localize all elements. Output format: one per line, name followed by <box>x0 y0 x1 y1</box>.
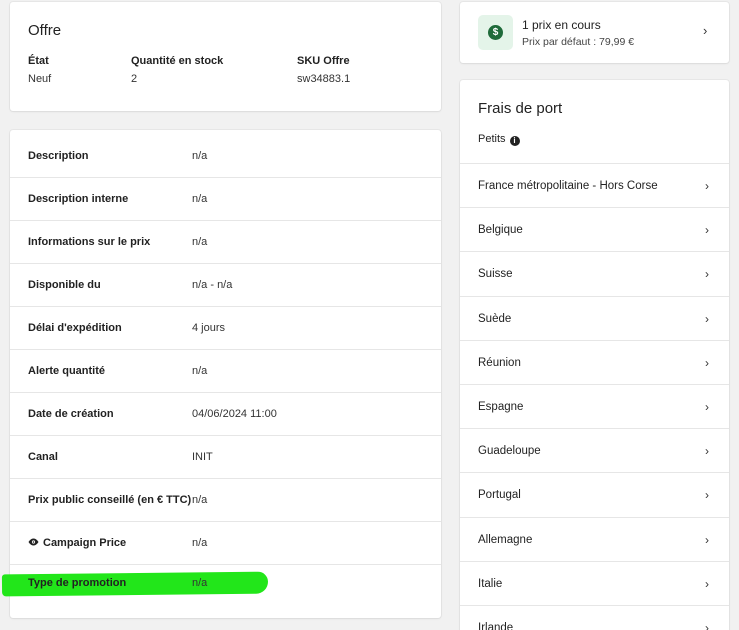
destination-label: Italie <box>478 577 503 590</box>
shipping-fees-card: Frais de port Petits i France métropolita… <box>460 80 729 630</box>
shipping-destination-row[interactable]: Réunion › <box>460 339 729 384</box>
detail-row-campaign-price: Campaign Price n/a <box>10 522 441 565</box>
destination-label: Belgique <box>478 224 523 237</box>
info-icon[interactable]: i <box>509 136 520 146</box>
detail-row-description: Description n/a <box>10 135 441 178</box>
shipping-destination-row[interactable]: Espagne › <box>460 384 729 428</box>
detail-value: n/a - n/a <box>192 279 233 291</box>
price-count: 1 prix en cours <box>522 18 601 32</box>
price-icon-box: $ <box>478 15 513 50</box>
detail-value: 4 jours <box>192 322 226 334</box>
detail-row-prix-public: Prix public conseillé (en € TTC) n/a <box>10 479 441 522</box>
shipping-size-label: Petits <box>478 133 506 145</box>
destination-label: Suisse <box>478 268 513 281</box>
detail-value: n/a <box>192 236 208 248</box>
sku-value: sw34883.1 <box>297 73 351 85</box>
detail-value: n/a <box>192 150 208 162</box>
type-promotion-label: Type de promotion <box>28 577 127 589</box>
detail-row-date-creation: Date de création 04/06/2024 11:00 <box>10 393 441 436</box>
chevron-right-icon: › <box>705 223 709 238</box>
detail-label: Date de création <box>28 408 114 420</box>
chevron-right-icon: › <box>705 267 709 282</box>
destination-label: Espagne <box>478 401 524 413</box>
shipping-destination-row[interactable]: Portugal › <box>460 472 729 516</box>
chevron-right-icon[interactable]: › <box>703 23 707 38</box>
shipping-destination-row[interactable]: Italie › <box>460 560 729 605</box>
detail-label: Description interne <box>28 193 129 205</box>
dollar-icon: $ <box>488 25 503 40</box>
detail-label-with-icon: Campaign Price <box>28 522 126 565</box>
shipping-destination-row[interactable]: Guadeloupe › <box>460 428 729 472</box>
destination-label: Portugal <box>478 489 521 502</box>
detail-label: Disponible du <box>28 279 101 291</box>
chevron-right-icon: › <box>705 532 709 547</box>
detail-row-canal: Canal INIT <box>10 436 441 479</box>
detail-value: n/a <box>192 193 208 205</box>
detail-label: Informations sur le prix <box>28 236 151 248</box>
etat-field: État Neuf <box>28 55 51 85</box>
detail-label: Alerte quantité <box>28 365 106 377</box>
detail-row-delai-expedition: Délai d'expédition 4 jours <box>10 307 441 350</box>
destination-label: France métropolitaine - Hors Corse <box>478 180 658 192</box>
chevron-right-icon: › <box>705 576 709 591</box>
detail-label: Canal <box>28 451 58 463</box>
detail-label: Prix public conseillé (en € TTC) <box>28 494 192 506</box>
destination-label: Irlande <box>478 622 514 630</box>
shipping-destination-row[interactable]: Suisse › <box>460 251 729 295</box>
type-promotion-value: n/a <box>192 577 208 589</box>
detail-row-alerte-quantite: Alerte quantité n/a <box>10 350 441 393</box>
destination-label: Guadeloupe <box>478 445 541 458</box>
campaign-price-label: Campaign Price <box>43 537 127 549</box>
chevron-right-icon: › <box>705 444 709 459</box>
destination-label: Allemagne <box>478 533 533 546</box>
chevron-right-icon: › <box>705 311 709 326</box>
chevron-right-icon: › <box>705 179 709 193</box>
destination-label: Suède <box>478 312 512 325</box>
detail-value: 04/06/2024 11:00 <box>192 408 277 420</box>
shipping-destination-row[interactable]: Allemagne › <box>460 516 729 561</box>
chevron-right-icon: › <box>705 400 709 414</box>
detail-row-informations-prix: Informations sur le prix n/a <box>10 221 441 264</box>
shipping-size: Petits i <box>478 133 520 146</box>
destination-label: Réunion <box>478 356 521 369</box>
default-price: Prix par défaut : 79,99 € <box>522 36 635 48</box>
detail-label: Délai d'expédition <box>28 322 122 334</box>
stock-field: Quantité en stock 2 <box>131 55 223 85</box>
detail-label: Description <box>28 150 89 162</box>
offre-title: Offre <box>28 22 62 39</box>
detail-value: n/a <box>192 537 208 549</box>
chevron-right-icon: › <box>705 621 709 630</box>
stock-label: Quantité en stock <box>131 55 224 67</box>
detail-value: n/a <box>192 494 208 506</box>
stock-value: 2 <box>131 73 138 85</box>
detail-row-description-interne: Description interne n/a <box>10 178 441 221</box>
frais-title: Frais de port <box>478 100 563 117</box>
shipping-destination-row[interactable]: Irlande › <box>460 605 729 630</box>
offer-details-card: Description n/a Description interne n/a … <box>10 130 441 618</box>
etat-value: Neuf <box>28 73 52 85</box>
detail-value: INIT <box>192 451 213 463</box>
shipping-destination-row[interactable]: Belgique › <box>460 207 729 251</box>
shipping-destination-row[interactable]: Suède › <box>460 295 729 340</box>
chevron-right-icon: › <box>705 355 709 370</box>
shipping-destination-row[interactable]: France métropolitaine - Hors Corse › <box>460 163 729 207</box>
detail-row-disponible: Disponible du n/a - n/a <box>10 264 441 307</box>
detail-value: n/a <box>192 365 208 377</box>
eye-icon[interactable] <box>28 538 39 546</box>
sku-label: SKU Offre <box>297 55 350 67</box>
offre-card: Offre État Neuf Quantité en stock 2 SKU … <box>10 2 441 111</box>
chevron-right-icon: › <box>705 488 709 503</box>
etat-label: État <box>28 55 49 67</box>
current-price-card[interactable]: $ 1 prix en cours Prix par défaut : 79,9… <box>460 2 729 63</box>
sku-field: SKU Offre sw34883.1 <box>297 55 350 85</box>
